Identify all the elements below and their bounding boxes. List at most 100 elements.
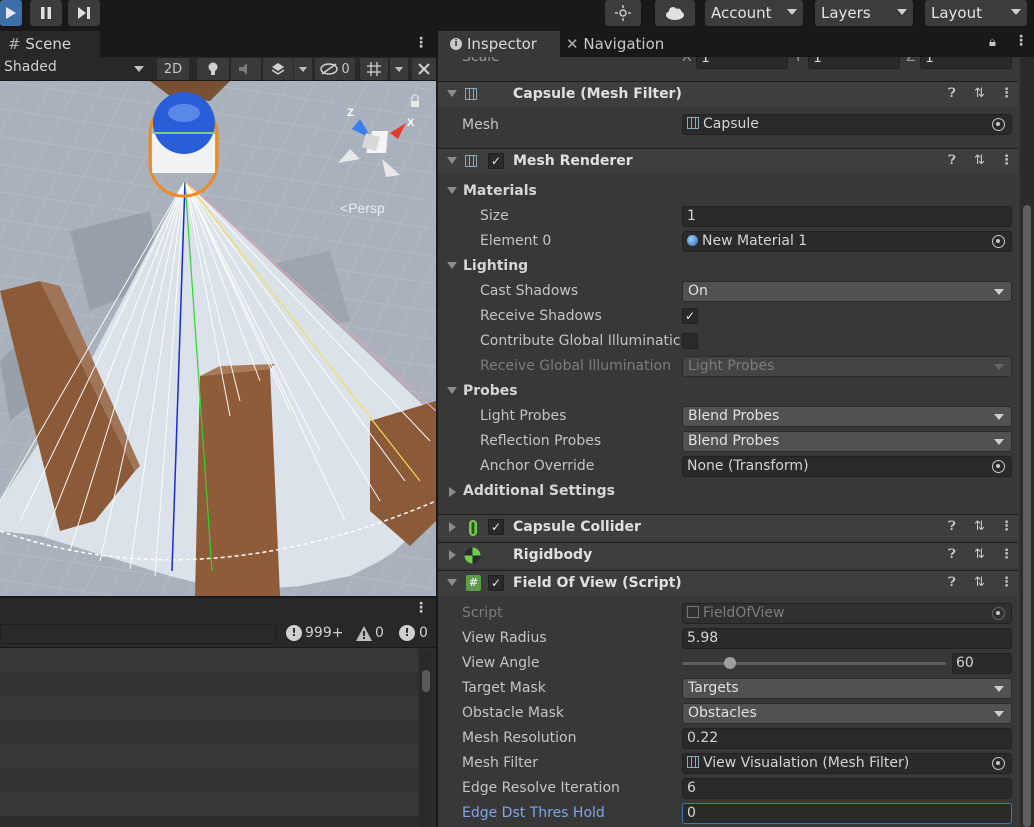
rigidbody-header[interactable]: Rigidbody ❓︎ ⇅ ⋮ xyxy=(438,542,1018,568)
capsule-collider-enabled-checkbox[interactable]: ✓ xyxy=(488,519,504,535)
reflection-probes-dropdown[interactable]: Blend Probes xyxy=(682,431,1012,452)
cloud-button[interactable] xyxy=(655,0,695,26)
console-log-list[interactable] xyxy=(0,648,436,827)
field-of-view-header[interactable]: # ✓ Field Of View (Script) ❓︎ ⇅ ⋮ xyxy=(438,570,1018,596)
tab-inspector[interactable]: i Inspector xyxy=(438,31,560,57)
kebab-menu-icon[interactable]: ⋮ xyxy=(414,35,428,51)
console-scrollbar[interactable] xyxy=(420,650,432,827)
probes-section[interactable]: Probes xyxy=(463,383,518,399)
kebab-menu-icon[interactable]: ⋮ xyxy=(1000,86,1013,101)
edge-resolve-field[interactable]: 6 xyxy=(682,778,1012,799)
field-of-view-enabled-checkbox[interactable]: ✓ xyxy=(488,575,504,591)
probes-foldout-icon[interactable] xyxy=(447,387,457,394)
play-button[interactable] xyxy=(0,0,22,26)
foldout-arrow-icon[interactable] xyxy=(447,157,457,164)
scene-viewport[interactable]: Z X <Persp xyxy=(0,81,436,596)
list-item[interactable] xyxy=(0,744,418,768)
step-button[interactable] xyxy=(68,0,100,26)
scale-z-field[interactable]: 1 xyxy=(920,57,1012,69)
mesh-filter-header[interactable]: Capsule (Mesh Filter) ❓︎ ⇅ ⋮ xyxy=(438,81,1018,107)
help-icon[interactable]: ❓︎ xyxy=(948,547,956,562)
list-item[interactable] xyxy=(0,792,418,816)
grid-snap-button[interactable] xyxy=(360,58,388,80)
view-angle-field[interactable]: 60 xyxy=(952,653,1012,674)
shading-mode-dropdown[interactable]: Shaded xyxy=(4,59,146,79)
hidden-objects-toggle[interactable]: 0 xyxy=(315,58,355,80)
obstacle-mask-dropdown[interactable]: Obstacles xyxy=(682,703,1012,724)
contribute-gi-checkbox[interactable] xyxy=(682,333,698,349)
list-item[interactable] xyxy=(0,648,418,672)
mesh-renderer-header[interactable]: ✓ Mesh Renderer ❓︎ ⇅ ⋮ xyxy=(438,148,1018,174)
scale-x-field[interactable]: 1 xyxy=(696,57,788,69)
help-icon[interactable]: ❓︎ xyxy=(948,153,956,168)
tab-navigation[interactable]: ✕ Navigation xyxy=(566,31,694,57)
list-item[interactable] xyxy=(0,720,418,744)
effects-dropdown[interactable] xyxy=(294,58,312,80)
effects-toggle-button[interactable] xyxy=(263,58,293,80)
tools-button[interactable] xyxy=(412,58,436,80)
lighting-section[interactable]: Lighting xyxy=(463,258,528,274)
help-icon[interactable]: ❓︎ xyxy=(948,519,956,534)
2d-toggle-button[interactable]: 2D xyxy=(157,58,189,80)
scrollbar-thumb[interactable] xyxy=(1023,205,1031,827)
foldout-arrow-icon[interactable] xyxy=(449,550,456,560)
list-item[interactable] xyxy=(0,768,418,792)
additional-settings-foldout-icon[interactable] xyxy=(449,487,456,497)
lighting-foldout-icon[interactable] xyxy=(447,262,457,269)
info-filter-toggle[interactable]: ! 999+ xyxy=(284,624,344,644)
materials-section[interactable]: Materials xyxy=(463,183,537,199)
scale-y-field[interactable]: 1 xyxy=(808,57,900,69)
slider-thumb[interactable] xyxy=(724,657,736,669)
error-filter-toggle[interactable]: ! 0 xyxy=(398,624,434,644)
mesh-object-field[interactable]: Capsule xyxy=(682,114,1012,135)
grid-dropdown[interactable] xyxy=(390,58,408,80)
kebab-menu-icon[interactable]: ⋮ xyxy=(1014,33,1028,49)
cast-shadows-dropdown[interactable]: On xyxy=(682,281,1012,302)
layout-dropdown[interactable]: Layout xyxy=(925,0,1027,26)
lock-icon[interactable]: 🔒︎ xyxy=(989,35,996,50)
kebab-menu-icon[interactable]: ⋮ xyxy=(1000,547,1013,562)
pause-button[interactable] xyxy=(30,0,62,26)
audio-toggle-button[interactable] xyxy=(231,58,261,80)
target-mask-dropdown[interactable]: Targets xyxy=(682,678,1012,699)
view-radius-field[interactable]: 5.98 xyxy=(682,628,1012,649)
kebab-menu-icon[interactable]: ⋮ xyxy=(1000,519,1013,534)
preset-icon[interactable]: ⇅ xyxy=(974,547,985,562)
mesh-renderer-enabled-checkbox[interactable]: ✓ xyxy=(488,153,504,169)
view-angle-slider[interactable] xyxy=(682,653,946,674)
foldout-arrow-icon[interactable] xyxy=(447,90,457,97)
help-icon[interactable]: ❓︎ xyxy=(948,575,956,590)
preset-icon[interactable]: ⇅ xyxy=(974,519,985,534)
light-probes-dropdown[interactable]: Blend Probes xyxy=(682,406,1012,427)
receive-shadows-checkbox[interactable]: ✓ xyxy=(682,308,698,324)
size-field[interactable]: 1 xyxy=(682,206,1012,227)
element0-object-field[interactable]: New Material 1 xyxy=(682,231,1012,252)
object-picker-icon[interactable] xyxy=(992,118,1005,131)
list-item[interactable] xyxy=(0,696,418,720)
object-picker-icon[interactable] xyxy=(992,460,1005,473)
materials-foldout-icon[interactable] xyxy=(447,187,457,194)
persp-label[interactable]: <Persp xyxy=(340,200,385,216)
list-item[interactable] xyxy=(0,672,418,696)
account-dropdown[interactable]: Account xyxy=(705,0,803,26)
layers-dropdown[interactable]: Layers xyxy=(815,0,913,26)
capsule-collider-header[interactable]: ✓ Capsule Collider ❓︎ ⇅ ⋮ xyxy=(438,514,1018,540)
kebab-menu-icon[interactable]: ⋮ xyxy=(414,600,428,616)
preset-icon[interactable]: ⇅ xyxy=(974,153,985,168)
kebab-menu-icon[interactable]: ⋮ xyxy=(1000,575,1013,590)
foldout-arrow-icon[interactable] xyxy=(447,579,457,586)
object-picker-icon[interactable] xyxy=(992,757,1005,770)
warning-filter-toggle[interactable]: 0 xyxy=(354,624,388,644)
console-search-input[interactable] xyxy=(0,624,276,644)
anchor-override-field[interactable]: None (Transform) xyxy=(682,456,1012,477)
kebab-menu-icon[interactable]: ⋮ xyxy=(1000,153,1013,168)
scrollbar-thumb[interactable] xyxy=(422,670,430,692)
preset-icon[interactable]: ⇅ xyxy=(974,575,985,590)
foldout-arrow-icon[interactable] xyxy=(449,522,456,532)
object-picker-icon[interactable] xyxy=(992,235,1005,248)
cloud-collab-button[interactable] xyxy=(605,0,641,26)
preset-icon[interactable]: ⇅ xyxy=(974,86,985,101)
additional-settings-section[interactable]: Additional Settings xyxy=(463,483,615,499)
help-icon[interactable]: ❓︎ xyxy=(948,86,956,101)
tab-scene[interactable]: # Scene xyxy=(0,31,100,57)
